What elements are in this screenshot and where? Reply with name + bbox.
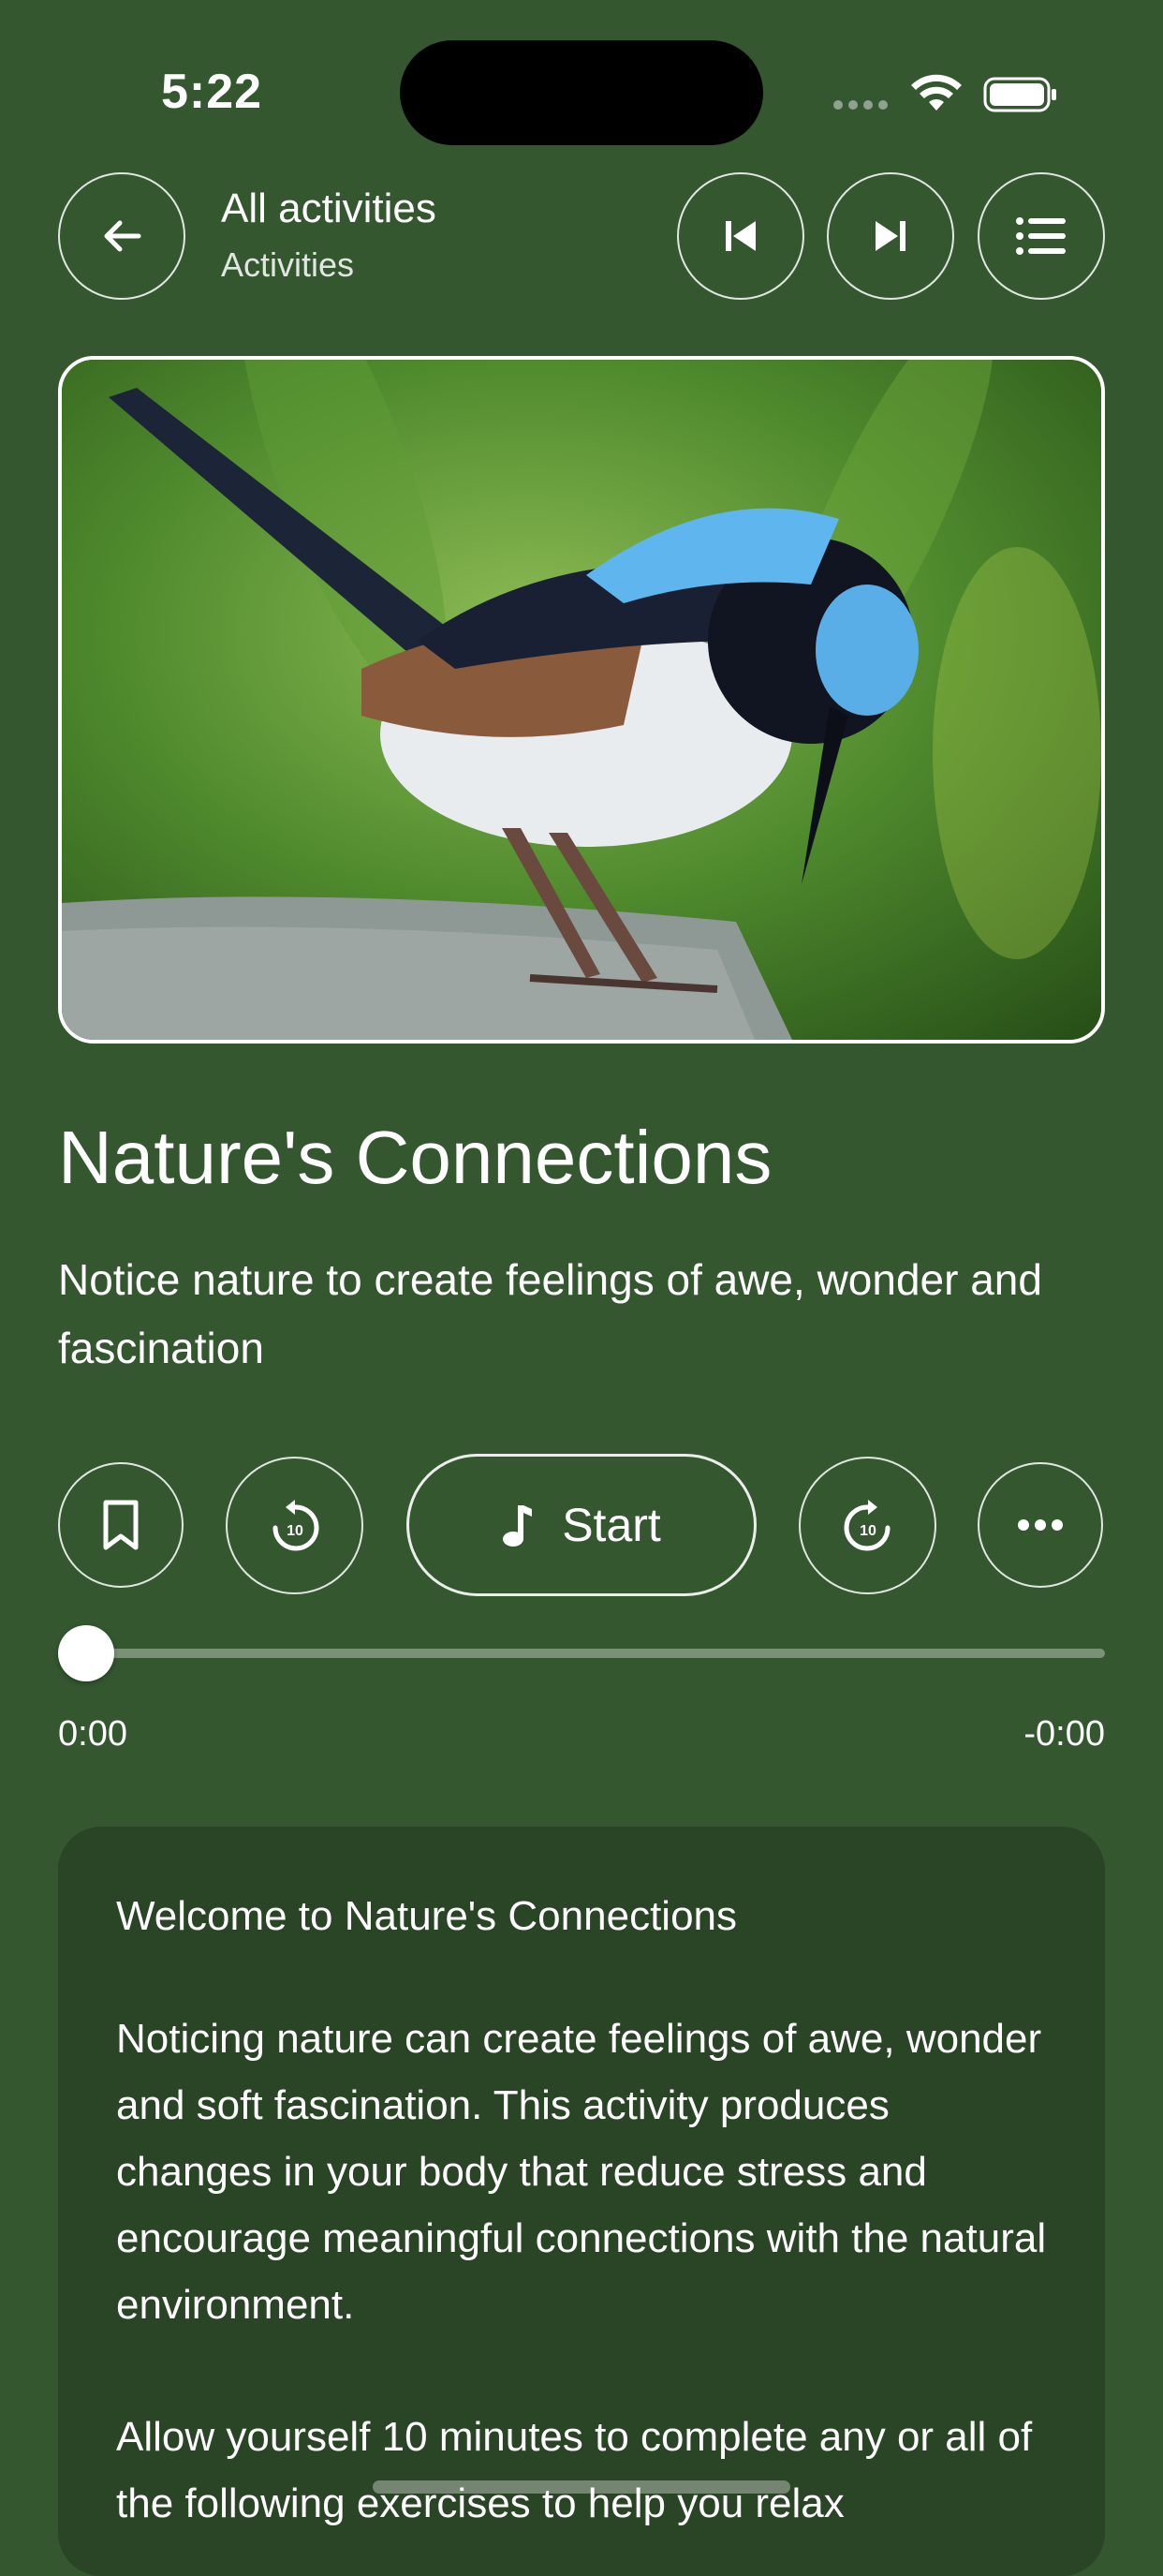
list-icon (1016, 217, 1066, 255)
start-label: Start (562, 1499, 661, 1551)
time-elapsed: 0:00 (58, 1714, 127, 1754)
progress-thumb[interactable] (58, 1625, 114, 1681)
header-subtitle: Activities (221, 245, 355, 284)
start-button[interactable]: Start (406, 1454, 757, 1596)
home-indicator[interactable] (373, 2480, 790, 2494)
activity-description: Notice nature to create feelings of awe,… (58, 1255, 1042, 1372)
battery-icon (983, 77, 1056, 112)
bird-photo (62, 360, 1101, 1040)
arrow-left-icon (104, 220, 141, 252)
activity-title: Nature's Connections (58, 1116, 773, 1199)
skip-next-icon (876, 221, 905, 251)
more-button[interactable] (978, 1462, 1103, 1588)
list-button[interactable] (978, 172, 1105, 300)
info-card: Welcome to Nature's Connections Noticing… (58, 1827, 1105, 2576)
info-paragraph: Allow yourself 10 minutes to complete an… (116, 2414, 1033, 2526)
time-remaining: -0:00 (1023, 1714, 1105, 1754)
skip-previous-icon (726, 221, 756, 251)
wifi-icon (911, 74, 962, 111)
previous-button[interactable] (677, 172, 804, 300)
rewind-10-icon: 10 (272, 1499, 318, 1550)
bookmark-button[interactable] (58, 1462, 184, 1588)
music-note-icon (503, 1505, 533, 1547)
dynamic-island (400, 40, 763, 145)
activity-image (58, 356, 1105, 1044)
status-time: 5:22 (161, 65, 263, 119)
header-title: All activities (221, 185, 436, 231)
forward-10-icon: 10 (844, 1499, 890, 1550)
forward-10-button[interactable]: 10 (799, 1457, 936, 1594)
svg-text:10: 10 (860, 1523, 876, 1539)
next-button[interactable] (827, 172, 954, 300)
more-icon (1018, 1519, 1063, 1531)
progress-track[interactable] (86, 1649, 1105, 1658)
info-heading: Welcome to Nature's Connections (116, 1893, 738, 1939)
status-bar: 5:22 (0, 0, 1163, 178)
info-paragraph: Noticing nature can create feelings of a… (116, 2016, 1047, 2328)
svg-text:10: 10 (287, 1523, 303, 1539)
bookmark-icon (103, 1500, 139, 1550)
cellular-signal-icon (833, 100, 888, 110)
rewind-10-button[interactable]: 10 (226, 1457, 363, 1594)
back-button[interactable] (58, 172, 185, 300)
